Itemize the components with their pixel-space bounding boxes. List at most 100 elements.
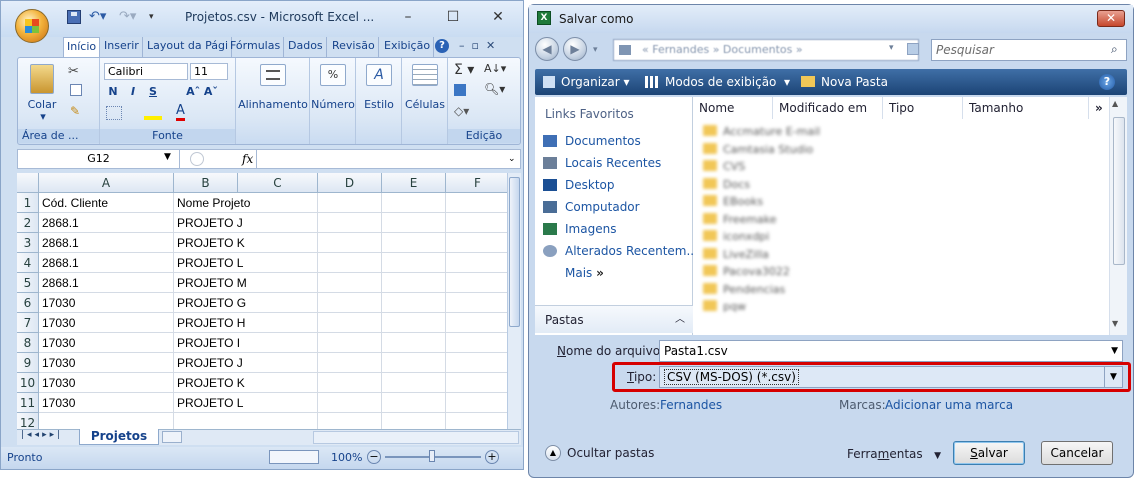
cell[interactable]	[446, 373, 507, 393]
cell[interactable]: Cód. Cliente	[39, 193, 174, 213]
cell[interactable]	[174, 413, 318, 429]
cell[interactable]: 17030	[39, 373, 174, 393]
minimize-button[interactable]: –	[396, 7, 420, 27]
number-button[interactable]: Número	[310, 98, 356, 111]
tools-button[interactable]: Ferramentas ▼	[847, 447, 941, 461]
new-folder-button[interactable]: Nova Pasta	[801, 69, 888, 95]
name-box-dropdown-icon[interactable]: ▼	[164, 152, 171, 162]
sort-filter-icon[interactable]: A↓▾	[484, 62, 506, 75]
cell[interactable]	[446, 213, 507, 233]
cell[interactable]: 2868.1	[39, 253, 174, 273]
style-button[interactable]: Estilo	[356, 98, 402, 111]
back-icon[interactable]: ◀	[535, 37, 559, 61]
row-header[interactable]: 9	[17, 353, 39, 373]
cell[interactable]	[382, 373, 446, 393]
sheet-tab-projetos[interactable]: Projetos	[79, 429, 159, 445]
find-icon[interactable]: 🔍︎▾	[484, 82, 505, 96]
row-header[interactable]: 6	[17, 293, 39, 313]
search-input[interactable]: Pesquisar	[931, 39, 1127, 61]
authors-value[interactable]: Fernandes	[660, 398, 722, 412]
undo-icon[interactable]: ↶▾	[89, 10, 106, 24]
fx-icon[interactable]: fx	[242, 152, 253, 166]
tab-view[interactable]: Exibição	[381, 37, 435, 57]
expand-formula-icon[interactable]: ⌄	[508, 150, 520, 168]
cell[interactable]	[382, 413, 446, 429]
autosum-icon[interactable]: Σ ▾	[454, 62, 474, 78]
dialog-close-button[interactable]: ✕	[1097, 10, 1125, 27]
cell[interactable]: 2868.1	[39, 233, 174, 253]
customize-quick-access-icon[interactable]: ▾	[149, 10, 163, 24]
row-header[interactable]: 8	[17, 333, 39, 353]
favorite-computer[interactable]: Computador	[543, 197, 640, 217]
row-header[interactable]: 5	[17, 273, 39, 293]
forward-icon[interactable]: ▶	[563, 37, 587, 61]
ribbon-window-controls[interactable]: – ▫ ✕	[459, 39, 495, 52]
cell[interactable]: PROJETO M	[174, 273, 318, 293]
filename-input[interactable]: Pasta1.csv ▼	[659, 340, 1123, 362]
cell[interactable]	[446, 393, 507, 413]
cell[interactable]	[318, 193, 382, 213]
office-button[interactable]	[15, 9, 49, 43]
cell[interactable]: PROJETO K	[174, 373, 318, 393]
file-list-item[interactable]: Pendencias	[703, 281, 785, 298]
font-grow-shrink-buttons[interactable]: Aˆ Aˇ	[184, 84, 220, 101]
copy-icon[interactable]	[70, 84, 82, 96]
cell[interactable]: PROJETO J	[174, 213, 318, 233]
column-header-e[interactable]: E	[382, 173, 446, 193]
address-bar[interactable]: « Fernandes » Documentos »	[613, 39, 919, 61]
cell[interactable]	[382, 193, 446, 213]
file-list-item[interactable]: Docs	[703, 176, 750, 193]
sheet-nav-icons[interactable]: |◂◂▸▸|	[21, 430, 63, 440]
row-header[interactable]: 11	[17, 393, 39, 413]
cell[interactable]: PROJETO I	[174, 333, 318, 353]
zoom-out-icon[interactable]: −	[367, 450, 381, 464]
cell[interactable]	[318, 413, 382, 429]
column-header-f[interactable]: F	[446, 173, 507, 193]
cell[interactable]	[318, 313, 382, 333]
cell[interactable]: 2868.1	[39, 273, 174, 293]
views-button[interactable]: Modos de exibição ▾	[645, 69, 790, 95]
font-color-icon[interactable]: A	[176, 104, 185, 121]
row-header[interactable]: 1	[17, 193, 39, 213]
column-header-b[interactable]: B	[174, 173, 238, 193]
column-modified[interactable]: Modificado em	[773, 97, 883, 119]
tags-value[interactable]: Adicionar uma marca	[885, 398, 1013, 412]
tab-page-layout[interactable]: Layout da Pági	[144, 37, 233, 57]
favorite-more[interactable]: Mais »	[565, 263, 604, 283]
folders-toggle[interactable]: Pastas ︿	[535, 305, 693, 333]
cell[interactable]	[382, 313, 446, 333]
cell[interactable]	[382, 253, 446, 273]
cell[interactable]: 17030	[39, 393, 174, 413]
cell[interactable]: PROJETO J	[174, 353, 318, 373]
name-box[interactable]: G12	[18, 150, 180, 168]
cell[interactable]	[446, 413, 507, 429]
cell[interactable]	[446, 253, 507, 273]
cell[interactable]: 17030	[39, 313, 174, 333]
horizontal-scrollbar[interactable]	[313, 431, 519, 444]
cells-button[interactable]: Células	[402, 98, 448, 111]
percent-icon[interactable]: %	[320, 64, 346, 86]
cell[interactable]	[318, 273, 382, 293]
row-header[interactable]: 4	[17, 253, 39, 273]
cell[interactable]	[446, 273, 507, 293]
font-name-field[interactable]: Calibri	[104, 63, 188, 80]
cell[interactable]	[446, 333, 507, 353]
column-type[interactable]: Tipo	[883, 97, 963, 119]
save-icon[interactable]	[67, 10, 81, 24]
address-dropdown-icon[interactable]: ▾	[889, 43, 894, 53]
fill-color-icon[interactable]	[144, 106, 162, 120]
save-button[interactable]: Salvar	[953, 441, 1025, 465]
cancel-button[interactable]: Cancelar	[1041, 441, 1113, 465]
column-header-a[interactable]: A	[39, 173, 174, 193]
file-list-item[interactable]: iconxdpi	[703, 228, 769, 245]
view-buttons[interactable]	[269, 450, 319, 464]
file-list-item[interactable]: LiveZilla	[703, 246, 769, 263]
redo-icon[interactable]: ↷▾	[119, 10, 136, 24]
column-size[interactable]: Tamanho	[963, 97, 1089, 119]
cell[interactable]	[446, 353, 507, 373]
style-icon[interactable]: A	[366, 64, 392, 86]
cell[interactable]: PROJETO G	[174, 293, 318, 313]
zoom-slider-thumb[interactable]	[429, 450, 435, 462]
fill-icon[interactable]	[454, 84, 466, 96]
help-icon[interactable]: ?	[1099, 74, 1115, 90]
